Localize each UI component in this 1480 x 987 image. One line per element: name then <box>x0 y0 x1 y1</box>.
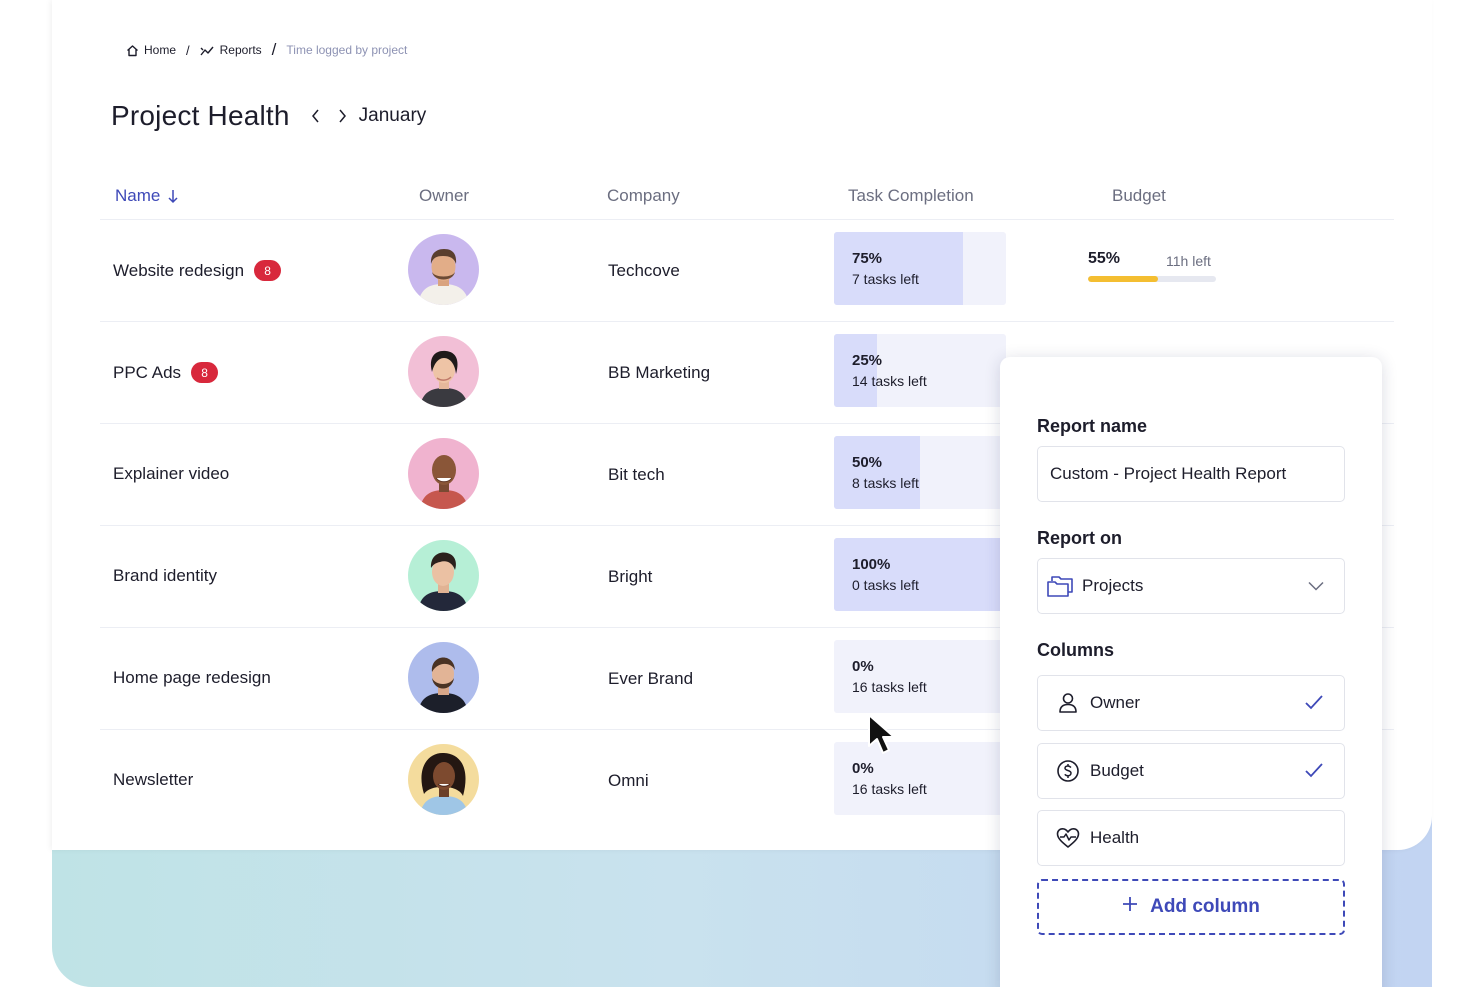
notification-badge: 8 <box>254 260 282 281</box>
add-column-button[interactable]: Add column <box>1037 879 1345 935</box>
breadcrumb-separator: / <box>186 42 190 58</box>
breadcrumb-current: Time logged by project <box>286 43 408 57</box>
task-completion-bar: 0% 16 tasks left <box>834 742 1006 815</box>
company-name: BB Marketing <box>608 363 711 382</box>
project-name-cell: Brand identity <box>113 566 217 586</box>
column-header-budget[interactable]: Budget <box>1112 186 1166 206</box>
folder-icon <box>1046 572 1074 600</box>
project-name-cell: PPC Ads 8 <box>113 362 219 383</box>
company-name: Techcove <box>608 261 680 280</box>
report-settings-panel: Report name Report on Projects Columns O… <box>1000 357 1382 987</box>
page-title: Project Health <box>111 100 290 131</box>
task-completion-bar: 0% 16 tasks left <box>834 640 1006 713</box>
project-name-cell: Home page redesign <box>113 668 271 688</box>
title-row: Project Health January <box>111 100 426 132</box>
project-name: Website redesign <box>113 260 245 280</box>
column-header-owner[interactable]: Owner <box>419 186 469 206</box>
avatar[interactable] <box>408 438 479 509</box>
chevron-right-icon <box>339 109 347 123</box>
tasks-left: 7 tasks left <box>852 271 919 287</box>
project-name: Brand identity <box>113 566 217 585</box>
column-option-owner[interactable]: Owner <box>1037 675 1345 731</box>
completion-percent: 0% <box>852 658 874 675</box>
plus-icon <box>1122 896 1138 918</box>
avatar[interactable] <box>408 234 479 305</box>
project-name: Newsletter <box>113 770 194 789</box>
completion-percent: 50% <box>852 454 883 471</box>
project-name: Home page redesign <box>113 668 271 687</box>
sort-arrow-down-icon <box>168 189 178 203</box>
notification-badge: 8 <box>191 362 219 383</box>
avatar[interactable] <box>408 642 479 713</box>
tasks-left: 0 tasks left <box>852 577 919 593</box>
avatar[interactable] <box>408 744 479 815</box>
mouse-cursor-icon <box>866 712 902 765</box>
budget-cell: 55% 11h left <box>1088 250 1218 282</box>
column-option-label: Owner <box>1090 693 1141 712</box>
next-month-button[interactable] <box>335 106 351 126</box>
task-completion-bar: 25% 14 tasks left <box>834 334 1006 407</box>
report-on-select[interactable]: Projects <box>1037 558 1345 614</box>
budget-time-left: 11h left <box>1166 253 1211 269</box>
check-icon <box>1304 693 1324 716</box>
report-name-input[interactable] <box>1038 464 1344 484</box>
table-row[interactable]: Website redesign 8 Techcove 75% 7 tasks … <box>100 220 1394 322</box>
column-option-label: Health <box>1090 828 1140 847</box>
report-name-field[interactable] <box>1037 446 1345 502</box>
home-icon <box>126 44 139 57</box>
dollar-circle-icon <box>1054 757 1082 785</box>
project-name: Explainer video <box>113 464 230 483</box>
column-header-name-label: Name <box>115 186 161 205</box>
tasks-left: 16 tasks left <box>852 781 927 797</box>
add-column-label: Add column <box>1150 896 1260 917</box>
project-name-cell: Explainer video <box>113 464 229 484</box>
report-on-label: Report on <box>1037 528 1122 548</box>
completion-percent: 100% <box>852 556 891 573</box>
company-name: Omni <box>608 771 649 790</box>
company-name: Ever Brand <box>608 669 694 688</box>
budget-fill <box>1088 276 1159 282</box>
column-option-health[interactable]: Health <box>1037 810 1345 866</box>
column-header-task-completion[interactable]: Task Completion <box>848 186 974 206</box>
chevron-left-icon <box>312 109 319 123</box>
breadcrumb-reports[interactable]: Reports <box>200 43 262 57</box>
column-header-company[interactable]: Company <box>607 186 680 206</box>
column-option-label: Budget <box>1090 761 1144 780</box>
heart-pulse-icon <box>1054 824 1082 852</box>
avatar[interactable] <box>408 540 479 611</box>
project-name: PPC Ads <box>113 362 182 382</box>
breadcrumb-separator: / <box>271 40 277 59</box>
project-name-cell: Newsletter <box>113 770 193 790</box>
chevron-down-icon <box>1308 578 1324 596</box>
tasks-left: 14 tasks left <box>852 373 927 389</box>
month-label: January <box>358 105 427 126</box>
chart-line-icon <box>200 44 215 57</box>
table-header: Name Owner Company Task Completion Budge… <box>100 180 1394 220</box>
tasks-left: 8 tasks left <box>852 475 919 491</box>
breadcrumb-home-label: Home <box>144 43 177 57</box>
task-completion-bar: 100% 0 tasks left <box>834 538 1006 611</box>
columns-label: Columns <box>1037 640 1115 660</box>
report-name-label: Report name <box>1037 416 1148 436</box>
breadcrumb-reports-label: Reports <box>219 43 262 57</box>
previous-month-button[interactable] <box>308 106 324 126</box>
project-name-cell: Website redesign 8 <box>113 260 282 281</box>
user-icon <box>1054 689 1082 717</box>
breadcrumb-home[interactable]: Home <box>126 43 176 57</box>
company-name: Bright <box>608 567 653 586</box>
completion-percent: 25% <box>852 352 883 369</box>
column-option-budget[interactable]: Budget <box>1037 743 1345 799</box>
report-on-value: Projects <box>1082 576 1144 595</box>
check-icon <box>1304 761 1324 784</box>
avatar[interactable] <box>408 336 479 407</box>
company-name: Bit tech <box>608 465 665 484</box>
breadcrumb: Home / Reports / Time logged by project <box>126 40 407 60</box>
tasks-left: 16 tasks left <box>852 679 927 695</box>
task-completion-bar: 75% 7 tasks left <box>834 232 1006 305</box>
column-header-name[interactable]: Name <box>115 186 178 206</box>
task-completion-bar: 50% 8 tasks left <box>834 436 1006 509</box>
completion-percent: 75% <box>852 250 883 267</box>
budget-bar <box>1088 276 1216 282</box>
